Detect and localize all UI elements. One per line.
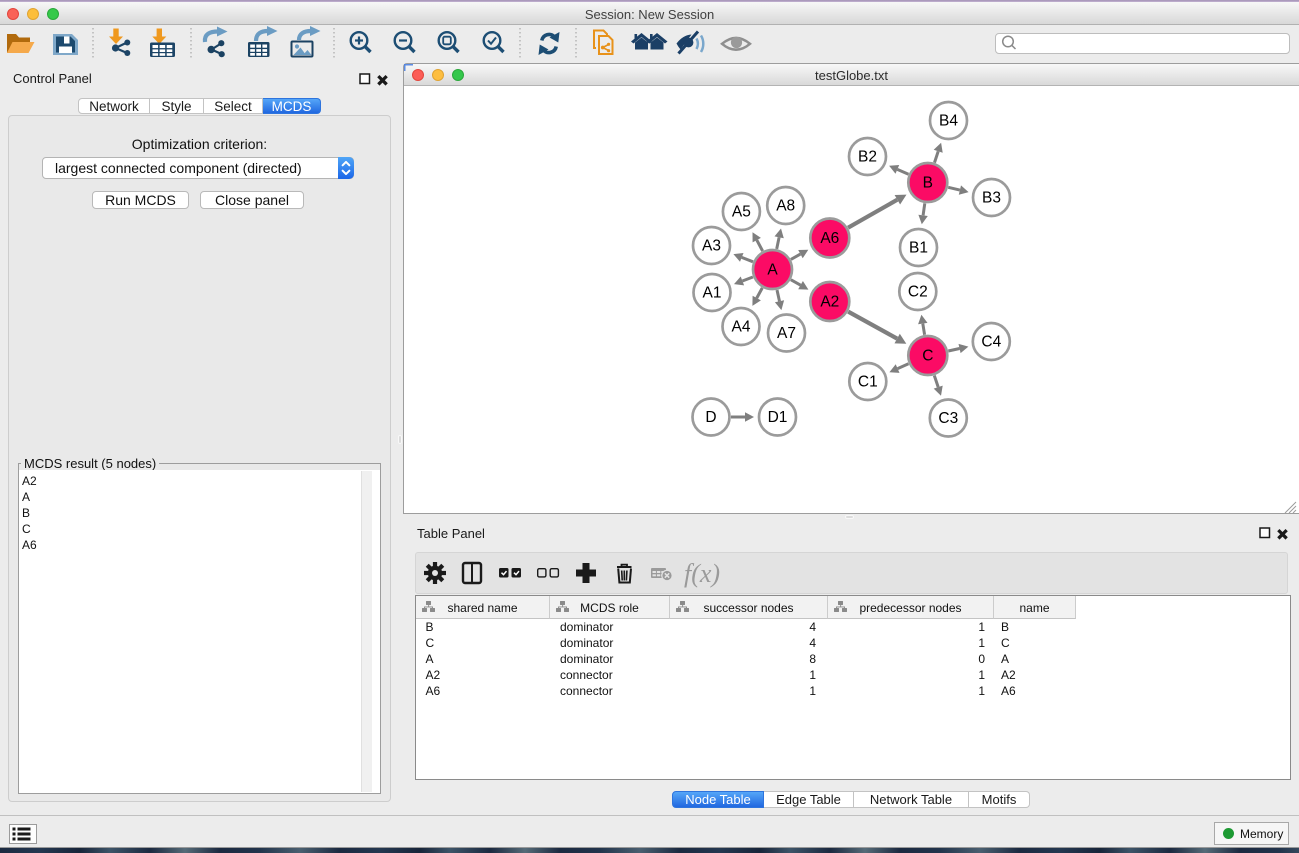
svg-text:C: C bbox=[922, 348, 933, 365]
svg-text:A4: A4 bbox=[732, 319, 751, 336]
svg-text:B3: B3 bbox=[982, 190, 1001, 207]
svg-text:A1: A1 bbox=[703, 285, 722, 302]
svg-text:C2: C2 bbox=[908, 284, 928, 301]
svg-text:B1: B1 bbox=[909, 240, 928, 257]
svg-text:B2: B2 bbox=[858, 149, 877, 166]
svg-text:B: B bbox=[923, 175, 933, 192]
svg-text:C4: C4 bbox=[981, 334, 1001, 351]
svg-text:B4: B4 bbox=[939, 113, 958, 130]
svg-text:A2: A2 bbox=[820, 294, 839, 311]
svg-text:A: A bbox=[767, 262, 778, 279]
svg-text:f(x): f(x) bbox=[684, 559, 720, 588]
svg-text:A7: A7 bbox=[777, 325, 796, 342]
svg-text:D: D bbox=[705, 409, 716, 426]
svg-text:A3: A3 bbox=[702, 238, 721, 255]
svg-text:C3: C3 bbox=[938, 410, 958, 427]
svg-text:A8: A8 bbox=[776, 198, 795, 215]
svg-text:D1: D1 bbox=[768, 409, 788, 426]
svg-text:A6: A6 bbox=[820, 230, 839, 247]
svg-text:A5: A5 bbox=[732, 204, 751, 221]
svg-text:C1: C1 bbox=[858, 374, 878, 391]
